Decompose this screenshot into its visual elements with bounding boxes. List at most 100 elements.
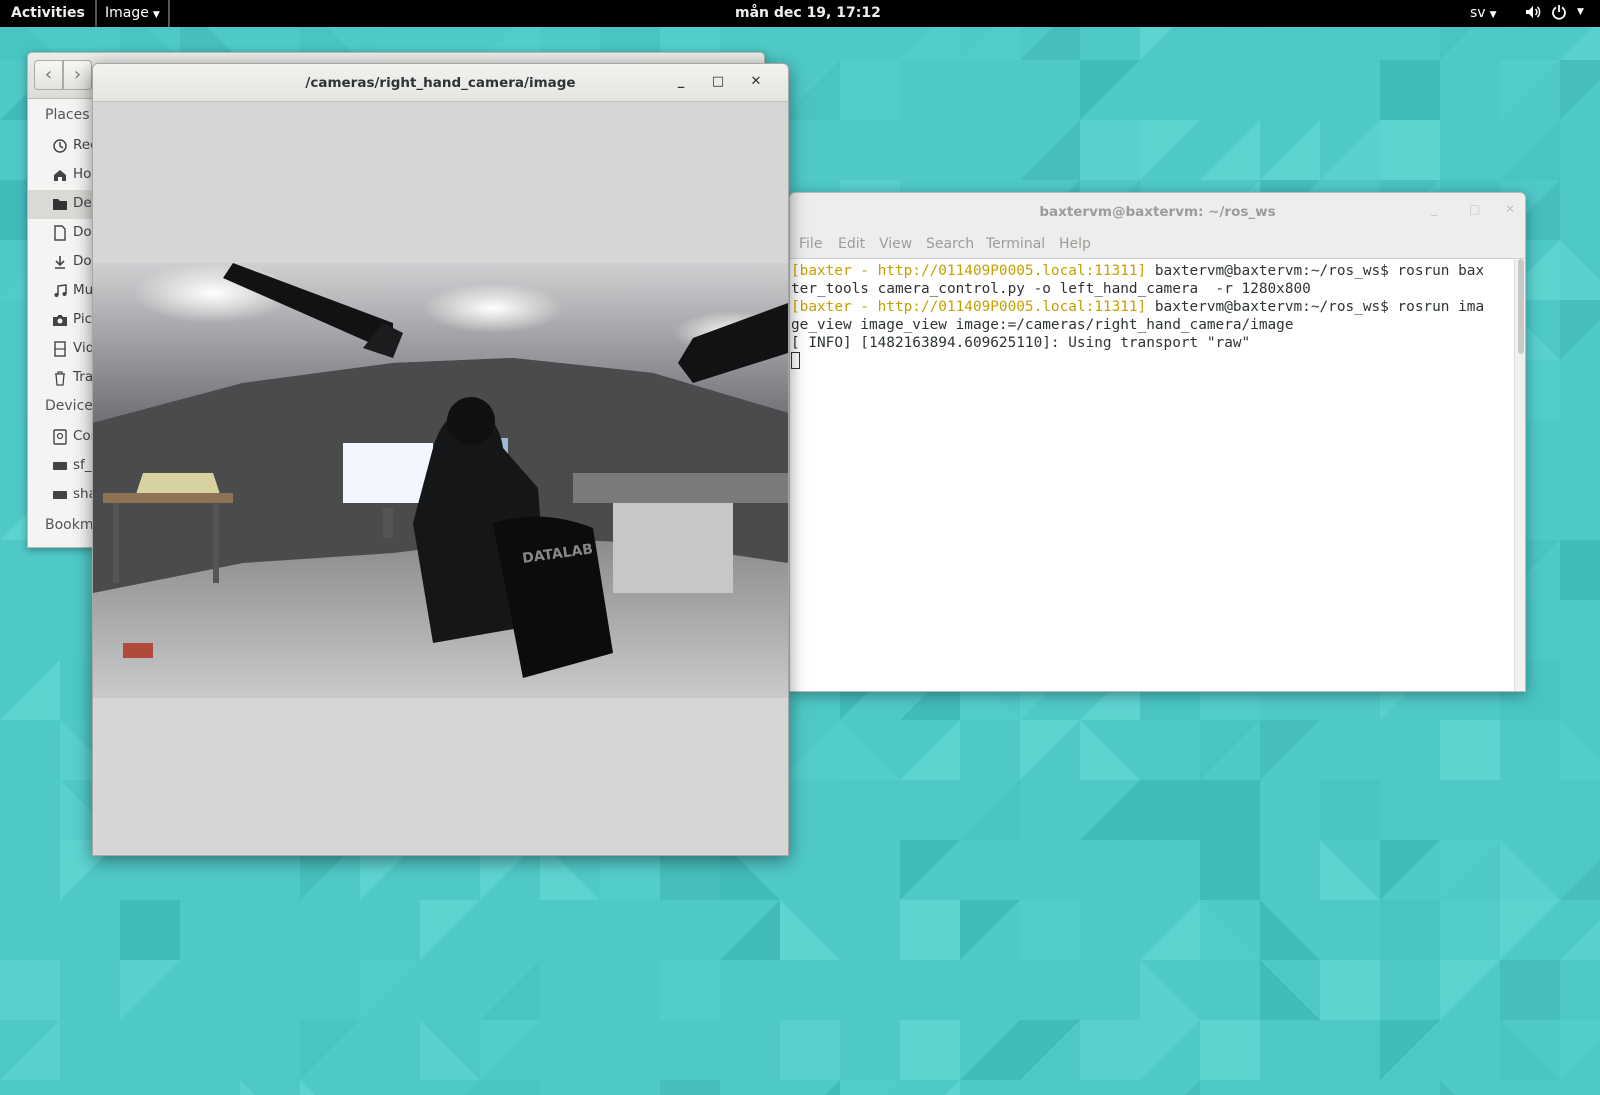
terminal-menubar: File Edit View Search Terminal Help [790, 231, 1525, 259]
terminal-prompt: [baxter - http://011409P0005.local:11311… [791, 263, 1147, 279]
clock[interactable]: mån dec 19, 17:12 [735, 5, 881, 21]
scrollbar-thumb[interactable] [1518, 259, 1524, 354]
volume-icon [1526, 6, 1541, 18]
terminal-line: [baxter - http://011409P0005.local:11311… [791, 298, 1514, 316]
close-button[interactable]: ✕ [745, 72, 767, 94]
terminal-titlebar[interactable]: baxtervm@baxtervm: ~/ros_ws _ □ ✕ [790, 193, 1525, 231]
app-menu-button[interactable]: Image ▼ [95, 0, 170, 27]
maximize-button[interactable]: □ [707, 72, 729, 94]
wallpaper-tile [840, 780, 900, 840]
terminal-text: baxtervm@baxtervm:~/ros_ws$ rosrun ima [1146, 299, 1485, 315]
wallpaper-tile [1440, 720, 1500, 780]
menu-file[interactable]: File [799, 236, 822, 252]
sidebar-item-music[interactable]: Music [28, 277, 98, 306]
wallpaper-tile [540, 1020, 600, 1080]
folder-icon [53, 199, 67, 210]
sidebar-item-home[interactable]: Home [28, 161, 98, 190]
camera-icon [53, 315, 67, 326]
wallpaper-tile [900, 900, 960, 960]
harddisk-icon [53, 429, 67, 445]
wallpaper-tile [900, 1020, 960, 1080]
wallpaper-tile [1500, 960, 1560, 1020]
wallpaper-tile [1440, 120, 1500, 180]
system-tray[interactable]: ▼ [1525, 4, 1584, 20]
minimize-button[interactable]: _ [670, 72, 692, 94]
download-icon [55, 256, 65, 269]
chevron-down-icon: ▼ [1489, 10, 1497, 20]
app-menu-label: Image [105, 5, 149, 21]
sidebar-item-trash[interactable]: Trash [28, 364, 98, 393]
camera-image: DATALAB [93, 263, 788, 698]
minimize-button[interactable]: _ [1431, 202, 1437, 216]
document-icon [54, 225, 66, 241]
wallpaper-tile [660, 960, 720, 1020]
language-selector[interactable]: sv ▼ [1470, 5, 1497, 21]
terminal-line: ter_tools camera_control.py -o left_hand… [791, 280, 1514, 298]
wallpaper-tile [1440, 900, 1500, 960]
wallpaper-tile [1200, 1020, 1260, 1080]
terminal-text: baxtervm@baxtervm:~/ros_ws$ rosrun bax [1146, 263, 1485, 279]
drive-icon [53, 491, 67, 499]
wallpaper-tile [1080, 120, 1140, 180]
sidebar-item-pictures[interactable]: Pictures [28, 306, 98, 335]
files-sidebar: Places Recent Home Desktop Documents Dow… [28, 99, 123, 547]
menu-edit[interactable]: Edit [838, 236, 865, 252]
wallpaper-tile [1080, 1020, 1140, 1080]
wallpaper-tile [1380, 900, 1440, 960]
wallpaper-tile [1560, 540, 1600, 600]
wallpaper-tile [660, 1080, 720, 1095]
menu-search[interactable]: Search [926, 236, 974, 252]
wallpaper-tile [1560, 780, 1600, 840]
forward-button[interactable]: › [63, 60, 92, 90]
terminal-line [791, 352, 1514, 370]
terminal-scrollbar[interactable] [1514, 259, 1525, 691]
terminal-text: ge_view image_view image:=/cameras/right… [791, 317, 1294, 333]
clock-icon [53, 139, 67, 153]
sidebar-item-videos[interactable]: Videos [28, 335, 98, 364]
sidebar-item-recent[interactable]: Recent [28, 132, 98, 161]
wallpaper-tile [1320, 780, 1380, 840]
wallpaper-tile [0, 960, 60, 1020]
wallpaper-tile [1380, 780, 1440, 840]
wallpaper-tile [1200, 780, 1260, 840]
wallpaper-tile [1380, 60, 1440, 120]
music-icon [54, 284, 67, 297]
menu-help[interactable]: Help [1059, 236, 1091, 252]
menu-terminal[interactable]: Terminal [986, 236, 1045, 252]
sidebar-item-computer[interactable]: Computer [28, 423, 98, 452]
terminal-title: baxtervm@baxtervm: ~/ros_ws [1039, 204, 1276, 220]
maximize-button[interactable]: □ [1469, 202, 1480, 216]
sidebar-item-desktop[interactable]: Desktop [28, 190, 98, 219]
wallpaper-tile [480, 1080, 540, 1095]
terminal-line: ge_view image_view image:=/cameras/right… [791, 316, 1514, 334]
close-button[interactable]: ✕ [1505, 202, 1515, 216]
terminal-window[interactable]: baxtervm@baxtervm: ~/ros_ws _ □ ✕ File E… [789, 192, 1526, 692]
sidebar-item-sha[interactable]: sha [28, 481, 98, 510]
places-heading: Places [45, 107, 90, 123]
power-icon [1552, 5, 1566, 20]
sidebar-item-downloads[interactable]: Downloads [28, 248, 98, 277]
terminal-cursor [791, 352, 800, 369]
wallpaper-tile [1140, 840, 1200, 900]
back-button[interactable]: ‹ [34, 60, 63, 90]
image-view-window[interactable]: /cameras/right_hand_camera/image _ □ ✕ D… [92, 63, 789, 856]
trash-icon [55, 371, 65, 386]
terminal-output[interactable]: [baxter - http://011409P0005.local:11311… [790, 259, 1514, 691]
image-view-titlebar[interactable]: /cameras/right_hand_camera/image _ □ ✕ [93, 64, 788, 102]
terminal-line: [ INFO] [1482163894.609625110]: Using tr… [791, 334, 1514, 352]
top-bar: Activities Image ▼ mån dec 19, 17:12 sv ▼ … [0, 0, 1600, 27]
terminal-line: [baxter - http://011409P0005.local:11311… [791, 262, 1514, 280]
drive-icon [53, 462, 67, 470]
activities-button[interactable]: Activities [11, 5, 85, 21]
chevron-down-icon: ▼ [152, 10, 160, 20]
wallpaper-tile [1380, 120, 1440, 180]
menu-view[interactable]: View [879, 236, 912, 252]
sidebar-item-sf[interactable]: sf_ [28, 452, 98, 481]
wallpaper-tile [840, 60, 900, 120]
wallpaper-tile [1020, 900, 1080, 960]
wallpaper-tile [1200, 840, 1260, 900]
wallpaper-tile [780, 1020, 840, 1080]
terminal-text: ter_tools camera_control.py -o left_hand… [791, 281, 1311, 297]
sidebar-item-documents[interactable]: Documents [28, 219, 98, 248]
chevron-down-icon: ▼ [1577, 7, 1584, 17]
